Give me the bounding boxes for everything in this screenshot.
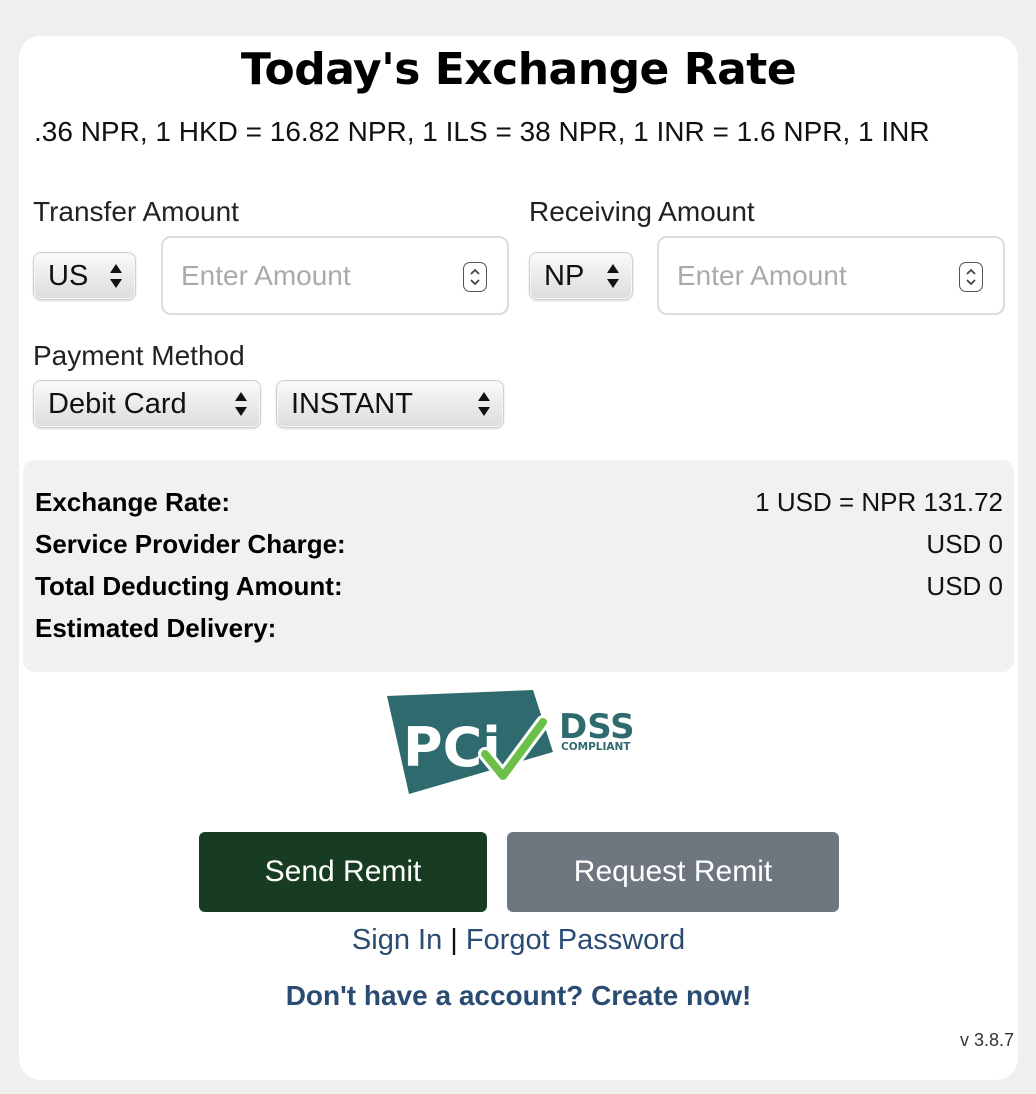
- exchange-rate-label: Exchange Rate:: [35, 487, 231, 517]
- service-charge-label: Service Provider Charge:: [35, 529, 346, 559]
- delivery-speed-select[interactable]: INSTANT: [276, 380, 504, 428]
- app-version: v 3.8.7: [959, 1030, 1014, 1050]
- service-charge-value: USD 0: [926, 529, 1003, 559]
- select-arrows-icon: [606, 253, 620, 299]
- exchange-rate-value: 1 USD = NPR 131.72: [755, 487, 1003, 517]
- transfer-amount-placeholder: Enter Amount: [181, 260, 351, 291]
- payment-method-select[interactable]: Debit Card: [33, 380, 261, 428]
- auth-links: Sign In | Forgot Password: [19, 924, 1018, 957]
- send-remit-button[interactable]: Send Remit: [199, 832, 487, 912]
- link-separator: |: [450, 924, 458, 956]
- service-charge-row: Service Provider Charge: USD 0: [35, 524, 1003, 564]
- stepper-icon[interactable]: [463, 262, 487, 292]
- receiving-amount-input[interactable]: Enter Amount: [657, 236, 1005, 315]
- total-deducting-label: Total Deducting Amount:: [35, 571, 343, 601]
- rate-ticker: .36 NPR, 1 HKD = 16.82 NPR, 1 ILS = 38 N…: [34, 116, 930, 147]
- page-title: Today's Exchange Rate: [240, 44, 797, 95]
- create-account-link[interactable]: Don't have a account? Create now!: [19, 980, 1018, 1012]
- payment-method-label: Payment Method: [33, 340, 245, 371]
- receiving-amount-label: Receiving Amount: [529, 196, 755, 227]
- estimated-delivery-label: Estimated Delivery:: [35, 613, 277, 643]
- select-arrows-icon: [234, 381, 248, 427]
- summary-panel: Exchange Rate: 1 USD = NPR 131.72 Servic…: [23, 460, 1014, 672]
- total-deducting-row: Total Deducting Amount: USD 0: [35, 566, 1003, 606]
- exchange-rate-row: Exchange Rate: 1 USD = NPR 131.72: [35, 482, 1003, 522]
- exchange-card: Today's Exchange Rate .36 NPR, 1 HKD = 1…: [19, 36, 1018, 1080]
- stepper-icon[interactable]: [959, 262, 983, 292]
- transfer-currency-value: US: [48, 260, 89, 292]
- transfer-currency-select[interactable]: US: [33, 252, 136, 300]
- sign-in-link[interactable]: Sign In: [352, 924, 442, 956]
- payment-method-value: Debit Card: [48, 388, 187, 420]
- delivery-speed-value: INSTANT: [291, 388, 413, 420]
- select-arrows-icon: [109, 253, 123, 299]
- request-remit-button[interactable]: Request Remit: [507, 832, 839, 912]
- receiving-amount-placeholder: Enter Amount: [677, 260, 847, 291]
- receiving-currency-value: NP: [544, 260, 585, 292]
- pci-dss-logo: PCi DSS COMPLIANT: [387, 690, 635, 794]
- forgot-password-link[interactable]: Forgot Password: [466, 924, 685, 956]
- total-deducting-value: USD 0: [926, 571, 1003, 601]
- transfer-amount-input[interactable]: Enter Amount: [161, 236, 509, 315]
- transfer-amount-label: Transfer Amount: [33, 196, 239, 227]
- estimated-delivery-row: Estimated Delivery:: [35, 608, 1003, 648]
- receiving-currency-select[interactable]: NP: [529, 252, 633, 300]
- compliant-text: COMPLIANT: [561, 741, 631, 753]
- select-arrows-icon: [477, 381, 491, 427]
